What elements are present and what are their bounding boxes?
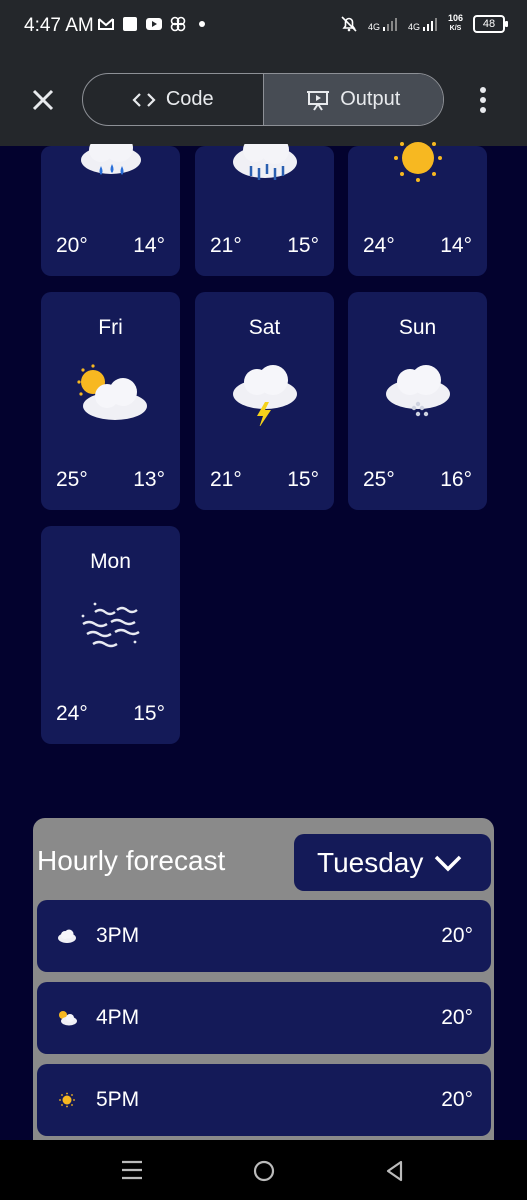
partly-cloudy-icon: [59, 1011, 77, 1026]
pinwheel-icon: [170, 16, 186, 32]
hour-temp: 20°: [441, 1006, 473, 1029]
day-temps: 24° 14°: [363, 234, 472, 258]
output-tab-label: Output: [340, 88, 401, 110]
high-temp: 24°: [56, 702, 88, 725]
hour-row[interactable]: 4PM 20°: [37, 982, 491, 1054]
sun-icon: [59, 1092, 75, 1108]
editor-toolbar: Code Output: [0, 52, 527, 146]
heavy-rain-icon: [233, 144, 297, 180]
signal-1-icon: 4G: [368, 16, 398, 32]
high-temp: 21°: [210, 234, 242, 257]
low-temp: 15°: [133, 702, 165, 725]
code-tab[interactable]: Code: [83, 74, 263, 125]
dot-icon: [199, 21, 205, 27]
partly-cloudy-icon: [77, 364, 147, 420]
day-label: Sat: [248, 316, 281, 339]
day-card[interactable]: Fri 25° 13°: [41, 292, 180, 510]
low-temp: 13°: [133, 468, 165, 491]
high-temp: 20°: [56, 234, 88, 257]
day-card[interactable]: 24° 14°: [348, 142, 487, 276]
battery-indicator: 48: [473, 14, 508, 33]
day-card[interactable]: Sat 21° 15°: [195, 292, 334, 510]
back-triangle-icon[interactable]: [384, 1159, 406, 1183]
close-icon[interactable]: [28, 85, 58, 115]
day-label: Sun: [398, 316, 437, 339]
network-type-1: 4G: [367, 21, 380, 32]
day-temps: 25° 16°: [363, 468, 472, 492]
notification-icons: [98, 16, 210, 32]
day-card[interactable]: 20° 14°: [41, 144, 180, 276]
hourly-forecast-panel: Hourly forecast Tuesday 3PM 20° 4PM 20° …: [33, 818, 494, 1158]
hourly-title: Hourly forecast: [37, 845, 226, 876]
day-label: Mon: [90, 550, 131, 573]
hour-row[interactable]: 5PM 20°: [37, 1064, 491, 1136]
status-bar: 4:47 AM 4G 4G 106 K/S 48: [0, 0, 527, 52]
bell-off-icon: [341, 15, 357, 32]
network-type-2: 4G: [407, 21, 420, 32]
speed-value: 106: [447, 13, 463, 23]
high-temp: 24°: [363, 234, 395, 257]
signal-2-icon: 4G: [408, 16, 438, 32]
day-temps: 21° 15°: [210, 234, 319, 258]
speed-unit: K/S: [449, 25, 462, 32]
chevron-down-icon: [435, 855, 462, 871]
square-app-icon: [123, 17, 137, 31]
code-tab-label: Code: [165, 88, 214, 110]
high-temp: 21°: [210, 468, 242, 491]
hour-row[interactable]: 3PM 20°: [37, 900, 491, 972]
hour-temp: 20°: [441, 1088, 473, 1111]
low-temp: 15°: [287, 468, 319, 491]
hour-time: 5PM: [96, 1088, 140, 1111]
presentation-icon: [307, 90, 330, 111]
day-card[interactable]: Mon 24° 15°: [41, 526, 180, 744]
thunderstorm-icon: [233, 365, 297, 426]
cloud-icon: [58, 929, 76, 943]
hour-temp: 20°: [441, 924, 473, 947]
low-temp: 16°: [440, 468, 472, 491]
sun-icon: [394, 142, 442, 182]
high-temp: 25°: [363, 468, 395, 491]
day-temps: 20° 14°: [56, 234, 165, 258]
low-temp: 14°: [440, 234, 472, 257]
low-temp: 15°: [287, 234, 319, 257]
day-dropdown-value: Tuesday: [317, 846, 424, 878]
network-speed: 106 K/S: [448, 14, 463, 33]
day-temps: 21° 15°: [210, 468, 319, 492]
day-card[interactable]: 21° 15°: [195, 144, 334, 276]
snow-cloud-icon: [386, 365, 450, 417]
wind-icon: [81, 602, 140, 648]
system-icons: 4G 4G 106 K/S 48: [340, 14, 508, 33]
day-dropdown[interactable]: Tuesday: [294, 834, 491, 891]
system-nav-bar: [0, 1140, 527, 1200]
home-circle-icon[interactable]: [252, 1159, 276, 1183]
day-temps: 24° 15°: [56, 702, 165, 726]
more-vert-icon[interactable]: [474, 85, 492, 115]
high-temp: 25°: [56, 468, 88, 491]
day-label: Fri: [98, 316, 123, 339]
hour-time: 4PM: [96, 1006, 140, 1029]
view-toggle: Code Output: [82, 73, 444, 126]
hour-time: 3PM: [96, 924, 140, 947]
status-time: 4:47 AM: [24, 15, 94, 36]
output-tab[interactable]: Output: [262, 74, 443, 125]
rain-cloud-icon: [81, 144, 141, 175]
day-card[interactable]: Sun 25° 16°: [348, 292, 487, 510]
gmail-icon: [98, 18, 114, 30]
code-icon: [132, 92, 156, 107]
youtube-icon: [146, 18, 162, 30]
recents-menu-icon[interactable]: [120, 1159, 144, 1181]
day-temps: 25° 13°: [56, 468, 165, 492]
low-temp: 14°: [133, 234, 165, 257]
